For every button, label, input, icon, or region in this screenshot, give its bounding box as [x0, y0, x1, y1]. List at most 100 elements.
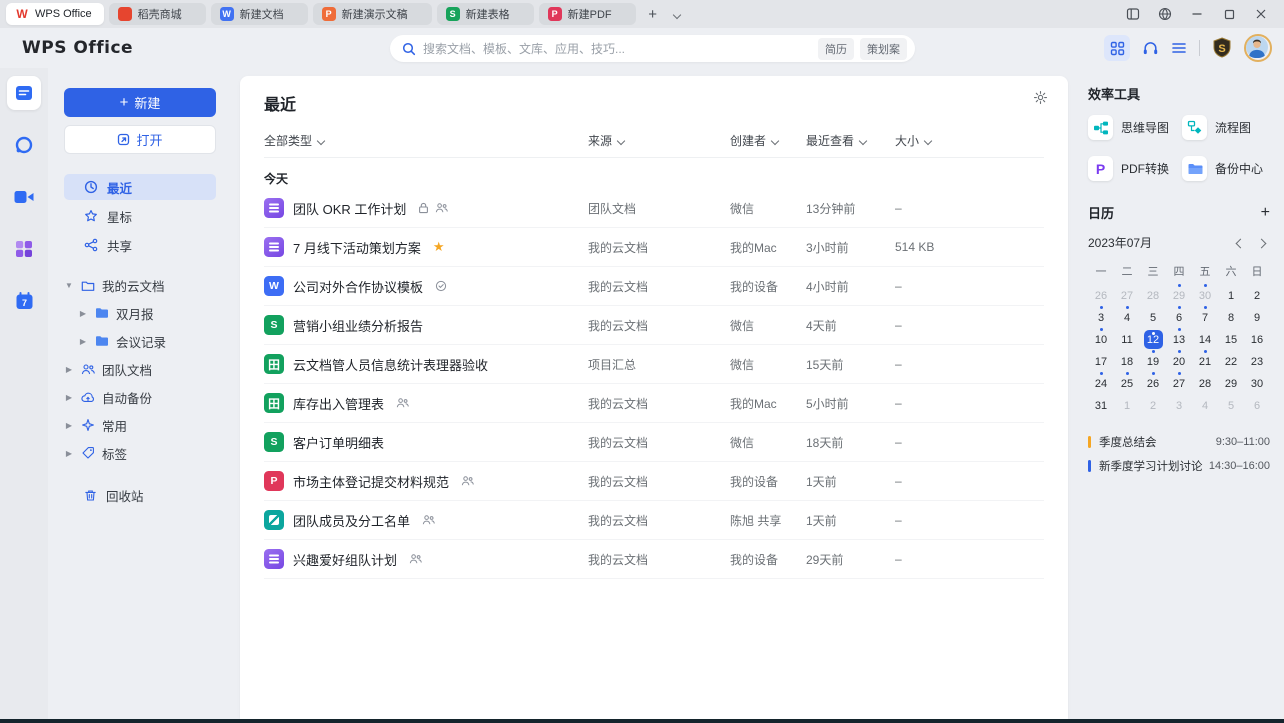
file-row[interactable]: S 营销小组业绩分析报告 我的云文档 微信 4天前 – [264, 306, 1044, 345]
calendar-day[interactable]: 5 [1218, 395, 1244, 416]
calendar-day[interactable]: 11 [1114, 329, 1140, 350]
tool-backup-center[interactable]: 备份中心 [1182, 156, 1270, 181]
sidebar-item-trash[interactable]: 回收站 [64, 482, 216, 508]
sidebar-item-team-docs[interactable]: ▶ 团队文档 [64, 356, 216, 382]
calendar-day[interactable]: 8 [1218, 307, 1244, 328]
calendar-day[interactable]: 28 [1140, 285, 1166, 306]
calendar-day[interactable]: 20 [1166, 350, 1192, 372]
rail-meeting[interactable] [7, 180, 41, 214]
calendar-day[interactable]: 6 [1166, 306, 1192, 328]
calendar-day[interactable]: 6 [1244, 395, 1270, 416]
calendar-day[interactable]: 30 [1192, 284, 1218, 306]
support-button[interactable] [1142, 40, 1159, 57]
calendar-day[interactable]: 7 [1192, 306, 1218, 328]
sidebar-item-bimonthly-report[interactable]: ▶ 双月报 [64, 300, 216, 326]
tree-expand-icon[interactable]: ▶ [64, 393, 74, 402]
sidebar-item-starred[interactable]: 星标 [64, 203, 216, 229]
filter-creator[interactable]: 创建者 [730, 132, 806, 149]
sidebar-item-recent[interactable]: 最近 [64, 174, 216, 200]
tab-writer[interactable]: W 新建文档 [210, 3, 308, 25]
tree-expand-icon[interactable]: ▶ [64, 421, 74, 430]
calendar-day[interactable]: 26 [1140, 372, 1166, 394]
filter-viewed[interactable]: 最近查看 [806, 132, 895, 149]
calendar-day[interactable]: 18 [1114, 351, 1140, 372]
minimize-button[interactable] [1188, 5, 1206, 23]
sidebar-item-my-cloud-docs[interactable]: ▼ 我的云文档 [64, 272, 216, 298]
tab-spreadsheet[interactable]: S 新建表格 [436, 3, 534, 25]
user-avatar[interactable] [1244, 34, 1272, 62]
tree-expand-icon[interactable]: ▶ [78, 309, 88, 318]
settings-button[interactable] [1033, 90, 1048, 105]
rail-apps[interactable] [7, 232, 41, 266]
calendar-day[interactable]: 27 [1114, 285, 1140, 306]
calendar-day[interactable]: 28 [1192, 373, 1218, 394]
calendar-day[interactable]: 16 [1244, 329, 1270, 350]
calendar-day-selected[interactable]: 12 [1140, 329, 1166, 350]
calendar-day[interactable]: 4 [1114, 306, 1140, 328]
calendar-day[interactable]: 1 [1218, 285, 1244, 306]
file-row[interactable]: 田云文档管人员信息统计表理器验收 项目汇总 微信 15天前 – [264, 345, 1044, 384]
new-tab-button[interactable]: + [643, 4, 663, 24]
file-row[interactable]: P 市场主体登记提交材料规范 我的云文档 我的设备 1天前 – [264, 462, 1044, 501]
calendar-day[interactable]: 21 [1192, 350, 1218, 372]
calendar-day[interactable]: 4 [1192, 395, 1218, 416]
open-button[interactable]: 打开 [64, 125, 216, 154]
tool-pdf-convert[interactable]: P PDF转换 [1088, 156, 1176, 181]
sidebar-item-shared[interactable]: 共享 [64, 232, 216, 258]
sidebar-item-frequent[interactable]: ▶ 常用 [64, 412, 216, 438]
file-row[interactable]: 7 月线下活动策划方案 ★ 我的云文档 我的Mac 3小时前 514 KB [264, 228, 1044, 267]
file-row[interactable]: 团队成员及分工名单 我的云文档 陈旭 共享 1天前 – [264, 501, 1044, 540]
tree-expand-icon[interactable]: ▶ [64, 365, 74, 374]
file-row[interactable]: 团队 OKR 工作计划 团队文档 微信 13分钟前 – [264, 189, 1044, 228]
calendar-day[interactable]: 19 [1140, 350, 1166, 372]
rail-chat[interactable] [7, 128, 41, 162]
calendar-day[interactable]: 31 [1088, 395, 1114, 416]
calendar-day[interactable]: 2 [1140, 395, 1166, 416]
calendar-next-button[interactable] [1256, 236, 1270, 250]
calendar-day[interactable]: 13 [1166, 328, 1192, 350]
tab-wps-logo[interactable]: W WPS Office [6, 3, 104, 25]
filter-size[interactable]: 大小 [895, 132, 1044, 149]
search-tag-plan[interactable]: 策划案 [860, 37, 907, 60]
filter-source[interactable]: 来源 [588, 132, 730, 149]
calendar-day[interactable]: 29 [1218, 373, 1244, 394]
calendar-day[interactable]: 10 [1088, 328, 1114, 350]
tab-list-dropdown[interactable] [667, 4, 687, 24]
menu-button[interactable] [1171, 41, 1187, 55]
calendar-day[interactable]: 27 [1166, 372, 1192, 394]
calendar-day[interactable]: 5 [1140, 307, 1166, 328]
file-row[interactable]: 田库存出入管理表 我的云文档 我的Mac 5小时前 – [264, 384, 1044, 423]
calendar-day[interactable]: 1 [1114, 395, 1140, 416]
tab-pdf[interactable]: P 新建PDF [538, 3, 636, 25]
calendar-day[interactable]: 14 [1192, 329, 1218, 350]
calendar-day[interactable]: 9 [1244, 307, 1270, 328]
tool-flowchart[interactable]: 流程图 [1182, 115, 1270, 140]
calendar-day[interactable]: 25 [1114, 372, 1140, 394]
calendar-day[interactable]: 24 [1088, 372, 1114, 394]
sidebar-item-tags[interactable]: ▶ 标签 [64, 440, 216, 466]
close-button[interactable] [1252, 5, 1270, 23]
file-row[interactable]: W 公司对外合作协议模板 我的云文档 我的设备 4小时前 – [264, 267, 1044, 306]
rail-calendar[interactable]: 7 [7, 284, 41, 318]
calendar-event[interactable]: 季度总结会 9:30–11:00 [1088, 430, 1270, 454]
search-bar[interactable]: 搜索文档、模板、文库、应用、技巧... 简历 策划案 [390, 35, 915, 62]
calendar-event[interactable]: 新季度学习计划讨论 14:30–16:00 [1088, 454, 1270, 478]
sidebar-item-auto-backup[interactable]: ▶ 自动备份 [64, 384, 216, 410]
calendar-day[interactable]: 17 [1088, 351, 1114, 372]
tree-expand-icon[interactable]: ▶ [78, 337, 88, 346]
calendar-day[interactable]: 26 [1088, 285, 1114, 306]
calendar-day[interactable]: 2 [1244, 285, 1270, 306]
calendar-day[interactable]: 15 [1218, 329, 1244, 350]
calendar-day[interactable]: 29 [1166, 284, 1192, 306]
tree-collapse-icon[interactable]: ▼ [64, 281, 74, 290]
add-event-button[interactable]: + [1261, 204, 1270, 222]
filter-type[interactable]: 全部类型 [264, 132, 588, 149]
layout-toggle-icon[interactable] [1124, 5, 1142, 23]
calendar-day[interactable]: 3 [1166, 395, 1192, 416]
calendar-day[interactable]: 3 [1088, 306, 1114, 328]
tool-mindmap[interactable]: 思维导图 [1088, 115, 1176, 140]
file-row[interactable]: S 客户订单明细表 我的云文档 微信 18天前 – [264, 423, 1044, 462]
new-button[interactable]: + 新建 [64, 88, 216, 117]
apps-grid-button[interactable] [1104, 35, 1130, 61]
tab-presentation[interactable]: P 新建演示文稿 [312, 3, 432, 25]
